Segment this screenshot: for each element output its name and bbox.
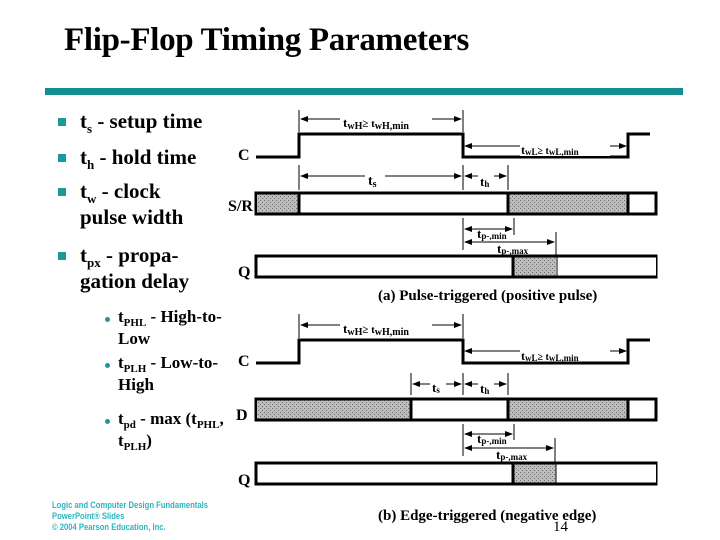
tpmax-label-a: tp-,max — [497, 241, 529, 256]
footer-line-2: PowerPoint® Slides — [52, 511, 125, 521]
signal-label-sr: S/R — [228, 198, 253, 215]
signal-label-d: D — [236, 407, 248, 424]
signal-label-q: Q — [238, 264, 250, 281]
caption-a: (a) Pulse-triggered (positive pulse) — [378, 288, 597, 304]
footer-line-3: © 2004 Pearson Education, Inc. — [52, 522, 166, 532]
page-number: 14 — [553, 519, 568, 535]
signal-label-q: Q — [238, 472, 250, 489]
footer-copyright: Logic and Computer Design Fundamentals P… — [52, 500, 208, 533]
tpmax-label-b: tp-,max — [496, 447, 528, 462]
diagram-a-pulse-triggered: C S/R Q twH≥ twH,min twL≥ twL,min ts th — [228, 110, 658, 304]
timing-diagrams: C S/R Q twH≥ twH,min twL≥ twL,min ts th — [228, 110, 658, 524]
signal-label-c: C — [238, 353, 250, 370]
tpmin-label-a: tp-,min — [477, 226, 507, 241]
footer-line-1: Logic and Computer Design Fundamentals — [52, 500, 208, 510]
diagram-b-edge-triggered: C D Q twH≥ twH,min twL≥ twL,min ts th tp… — [236, 314, 658, 524]
signal-label-c: C — [238, 147, 250, 164]
tpmin-label-b: tp-,min — [477, 431, 507, 446]
